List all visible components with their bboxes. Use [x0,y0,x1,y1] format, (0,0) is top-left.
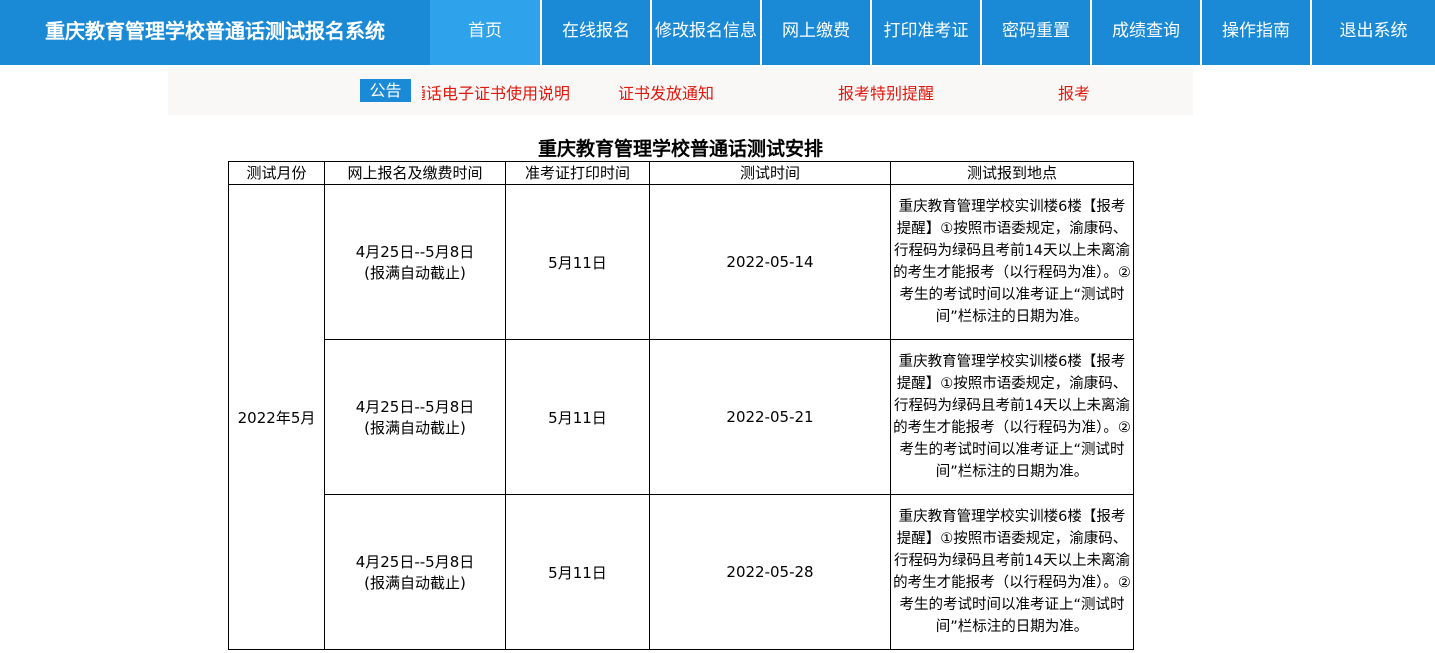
site-title: 重庆教育管理学校普通话测试报名系统 [45,19,385,43]
month-cell: 2022年5月 [228,184,325,650]
nav-score-query[interactable]: 成绩查询 [1090,0,1200,65]
notice-link-certificate-guide[interactable]: 普通话电子证书使用说明 [422,84,570,104]
col-ticket-print-time: 准考证打印时间 [505,161,650,185]
col-test-month: 测试月份 [228,161,325,185]
registration-period: 4月25日--5月8日 [355,398,475,416]
test-date-cell: 2022-05-21 [649,339,891,495]
top-header: 重庆教育管理学校普通话测试报名系统 首页 在线报名 修改报名信息 网上缴费 打印… [0,0,1435,65]
nav-password-reset[interactable]: 密码重置 [980,0,1090,65]
nav-guide[interactable]: 操作指南 [1200,0,1310,65]
registration-cell: 4月25日--5月8日 (报满自动截止) [324,184,506,340]
col-test-time: 测试时间 [649,161,891,185]
ticket-print-cell: 5月11日 [505,184,650,340]
registration-note: (报满自动截止) [364,419,466,437]
test-date-cell: 2022-05-14 [649,184,891,340]
notice-bar: 公告 普通话电子证书使用说明 证书发放通知 报考特别提醒 报考 [168,67,1193,115]
ticket-print-cell: 5月11日 [505,494,650,650]
location-cell: 重庆教育管理学校实训楼6楼【报考提醒】①按照市语委规定，渝康码、行程码为绿码且考… [890,339,1134,495]
table-row: 2022年5月 4月25日--5月8日 (报满自动截止) 5月11日 2022-… [228,184,1134,650]
nav-edit-registration[interactable]: 修改报名信息 [650,0,760,65]
schedule-table: 测试月份 网上报名及缴费时间 准考证打印时间 测试时间 测试报到地点 2022年… [228,161,1134,650]
location-cell: 重庆教育管理学校实训楼6楼【报考提醒】①按照市语委规定，渝康码、行程码为绿码且考… [890,494,1134,650]
nav-logout[interactable]: 退出系统 [1310,0,1435,65]
table-row: 4月25日--5月8日 (报满自动截止) 5月11日 2022-05-21 重庆… [229,339,1134,495]
schedule-title: 重庆教育管理学校普通话测试安排 [537,138,823,160]
table-row: 4月25日--5月8日 (报满自动截止) 5月11日 2022-05-28 重庆… [229,494,1134,650]
nav-home[interactable]: 首页 [430,0,540,65]
col-registration-time: 网上报名及缴费时间 [324,161,506,185]
nav-online-registration[interactable]: 在线报名 [540,0,650,65]
registration-note: (报满自动截止) [364,574,466,592]
registration-note: (报满自动截止) [364,264,466,282]
notice-badge: 公告 [360,79,411,102]
test-date-cell: 2022-05-28 [649,494,891,650]
col-test-location: 测试报到地点 [890,161,1134,185]
registration-cell: 4月25日--5月8日 (报满自动截止) [324,494,506,650]
table-header-row: 测试月份 网上报名及缴费时间 准考证打印时间 测试时间 测试报到地点 [228,161,1134,185]
ticket-print-cell: 5月11日 [505,339,650,495]
registration-cell: 4月25日--5月8日 (报满自动截止) [324,339,506,495]
main-nav: 首页 在线报名 修改报名信息 网上缴费 打印准考证 密码重置 成绩查询 操作指南… [430,0,1435,65]
notice-marquee: 普通话电子证书使用说明 证书发放通知 报考特别提醒 报考 [422,67,1322,115]
notice-link-certificate-issue[interactable]: 证书发放通知 [618,84,714,104]
nav-online-payment[interactable]: 网上缴费 [760,0,870,65]
nav-print-admission-ticket[interactable]: 打印准考证 [870,0,980,65]
location-cell: 重庆教育管理学校实训楼6楼【报考提醒】①按照市语委规定，渝康码、行程码为绿码且考… [890,184,1134,340]
registration-period: 4月25日--5月8日 [355,553,475,571]
notice-link-special-reminder[interactable]: 报考特别提醒 [838,84,934,104]
registration-period: 4月25日--5月8日 [355,243,475,261]
notice-link-registration[interactable]: 报考 [1058,84,1090,104]
